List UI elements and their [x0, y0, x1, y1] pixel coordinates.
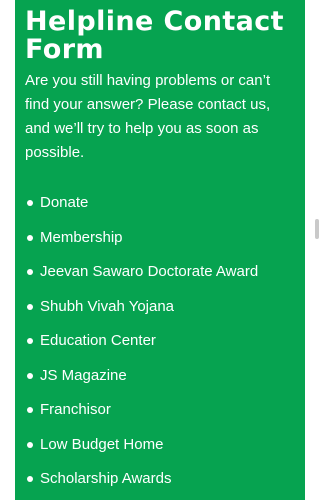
bullet-icon [27, 407, 33, 413]
vivah-yojana-link[interactable]: Shubh Vivah Yojana [40, 298, 174, 315]
list-item-scholarship-awards[interactable]: Scholarship Awards [25, 469, 295, 504]
franchisor-link[interactable]: Franchisor [40, 401, 111, 418]
bullet-icon [27, 441, 33, 448]
list-item-education-center[interactable]: Education Center [25, 331, 295, 366]
list-item-magazine[interactable]: JS Magazine [25, 366, 295, 401]
list-item-low-budget-home[interactable]: Low Budget Home [25, 435, 295, 470]
helpline-intro-text: Are you still having problems or can’t f… [25, 72, 271, 161]
scrollbar-thumb[interactable] [315, 219, 319, 239]
list-item-membership[interactable]: Membership [25, 228, 295, 263]
doctorate-award-link[interactable]: Jeevan Sawaro Doctorate Award [40, 263, 258, 280]
helpline-panel: Helpline Contact Form Are you still havi… [15, 0, 305, 500]
bullet-icon [27, 269, 33, 275]
list-item-vivah-yojana[interactable]: Shubh Vivah Yojana [25, 297, 295, 332]
education-center-link[interactable]: Education Center [40, 332, 156, 349]
bullet-icon [27, 200, 33, 206]
magazine-link[interactable]: JS Magazine [40, 367, 127, 384]
helpline-title: Helpline Contact Form [25, 6, 284, 65]
bullet-icon [27, 372, 33, 379]
list-item-donate[interactable]: Donate [25, 193, 295, 228]
membership-link[interactable]: Membership [40, 229, 123, 246]
list-item-doctorate-award[interactable]: Jeevan Sawaro Doctorate Award [25, 262, 295, 297]
scholarship-awards-link[interactable]: Scholarship Awards [40, 470, 171, 487]
bullet-icon [27, 338, 33, 344]
low-budget-home-link[interactable]: Low Budget Home [40, 436, 163, 453]
bullet-icon [27, 234, 33, 241]
list-item-franchisor[interactable]: Franchisor [25, 400, 295, 435]
bullet-icon [27, 303, 33, 310]
bullet-icon [27, 476, 33, 482]
donate-link[interactable]: Donate [40, 194, 88, 211]
quick-links-list: Donate Membership Jeevan Sawaro Doctorat… [25, 193, 295, 504]
